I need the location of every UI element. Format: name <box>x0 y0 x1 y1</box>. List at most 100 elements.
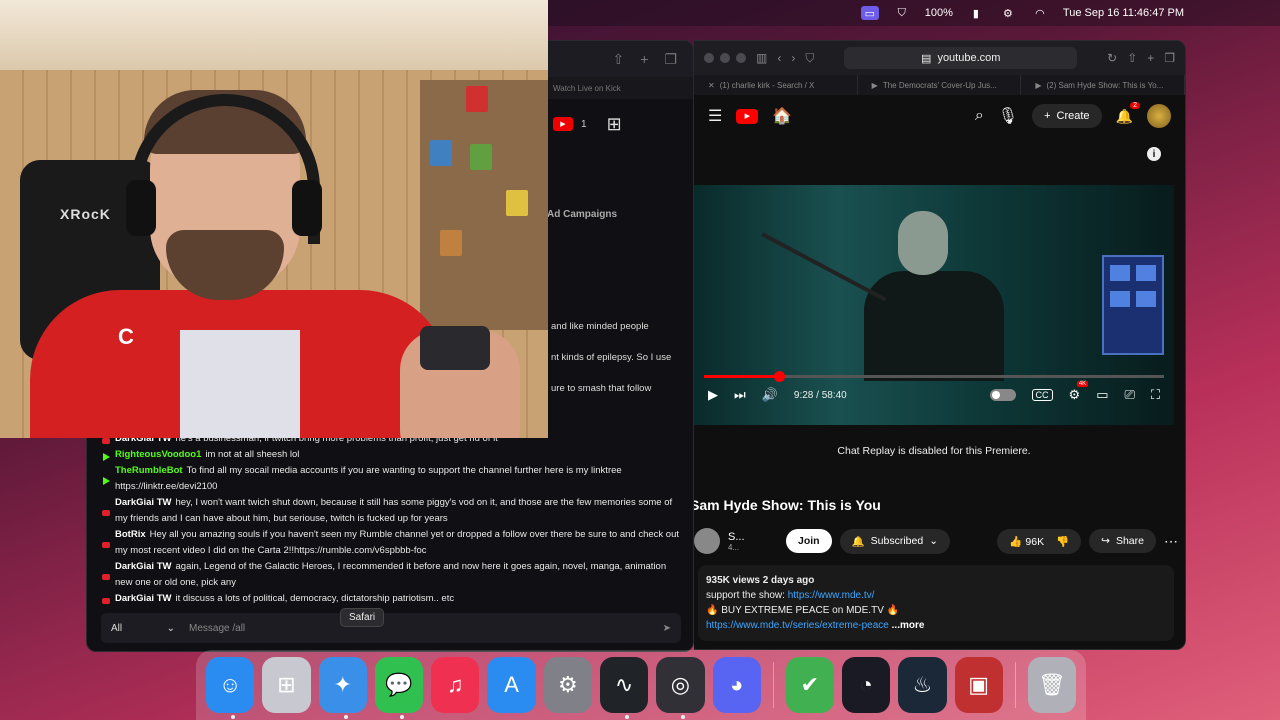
share-icon[interactable]: ⇧ <box>1127 51 1137 65</box>
captions-icon[interactable]: CC <box>1031 389 1053 401</box>
messages-icon[interactable]: 💬 <box>374 657 424 719</box>
battery-icon[interactable]: ▮ <box>967 6 985 20</box>
chat-username[interactable]: TheRumbleBot <box>115 465 183 476</box>
obs-icon[interactable]: ◎ <box>656 657 705 719</box>
share-button[interactable]: ↪ Share <box>1089 529 1156 553</box>
microphone-icon[interactable]: 🎙 <box>998 106 1018 126</box>
info-icon[interactable]: i <box>1147 147 1161 161</box>
more-link[interactable]: ...more <box>892 620 925 631</box>
like-count: 96K <box>1025 535 1045 548</box>
share-icon[interactable]: ⇧ <box>613 51 625 68</box>
video-host-head <box>898 211 948 275</box>
tab-democrats[interactable]: ▶ The Democrats' Cover-Up Jus... <box>858 75 1022 95</box>
volume-icon[interactable]: 🔊 <box>762 387 778 403</box>
notifications-button[interactable]: 🔔 2 <box>1116 101 1140 125</box>
subscribed-button[interactable]: 🔔 Subscribed ⌄ <box>839 528 951 554</box>
chat-username[interactable]: DarkGiai TW <box>115 593 172 604</box>
forward-icon[interactable]: › <box>791 51 795 65</box>
doodle-icon[interactable]: 🏠 <box>772 106 792 126</box>
safari-icon[interactable]: ✦ <box>318 657 367 719</box>
system-settings-icon[interactable]: ⚙ <box>543 657 592 713</box>
youtube-logo-icon[interactable]: ▶ <box>736 108 759 124</box>
gear-icon: ⚙ <box>1068 387 1081 402</box>
chat-username[interactable]: DarkGiai TW <box>115 497 172 508</box>
menubar: ▭ ⛉ 100% ▮ ⚙ ◠ Tue Sep 16 11:46:47 PM <box>548 0 1280 26</box>
chat-target-select[interactable]: All ⌄ <box>111 623 175 634</box>
tab-title: (1) charlie kirk - Search / X <box>719 80 815 90</box>
series-link[interactable]: https://www.mde.tv/series/extreme-peace <box>706 620 889 631</box>
music-icon[interactable]: ♫ <box>431 657 480 713</box>
chevron-down-icon: ⌄ <box>929 535 939 547</box>
chevron-down-icon: ⌄ <box>166 622 175 634</box>
sidebar-icon[interactable]: ▥ <box>756 51 767 65</box>
activity-monitor-icon[interactable]: ∿ <box>599 657 649 719</box>
new-tab-icon[interactable]: + <box>1147 51 1154 65</box>
discord-icon[interactable]: ◕ <box>712 657 761 713</box>
thumbs-down-icon[interactable]: 👎 <box>1056 535 1069 548</box>
screen-mirroring-icon[interactable]: ▭ <box>860 6 879 20</box>
video-time: 9:28 / 58:40 <box>793 389 847 401</box>
chat-message-input[interactable]: Message /all <box>175 623 663 634</box>
address-bar[interactable]: ▤ youtube.com <box>844 47 1078 69</box>
finder-icon[interactable]: ☺ <box>206 657 255 719</box>
photo-booth-icon[interactable]: ▣ <box>954 657 1003 713</box>
support-link[interactable]: https://www.mde.tv/ <box>788 590 875 601</box>
tab-overview-icon[interactable]: ❐ <box>664 51 677 68</box>
minimize-button[interactable] <box>720 53 730 63</box>
video-scrubber-handle[interactable] <box>774 371 785 382</box>
next-icon[interactable]: ⏭ <box>734 387 746 403</box>
menubar-clock[interactable]: Tue Sep 16 11:46:47 PM <box>1063 7 1184 19</box>
account-avatar[interactable] <box>1147 104 1171 128</box>
steam-icon[interactable]: ♨ <box>898 657 947 713</box>
shelf-item <box>470 144 492 170</box>
grid-icon[interactable]: ⊞ <box>607 114 622 135</box>
search-icon[interactable]: ⌕ <box>975 107 984 125</box>
create-button[interactable]: + Create <box>1032 104 1102 128</box>
zoom-button[interactable] <box>736 53 746 63</box>
like-button[interactable]: 👍 96K <box>1009 535 1044 548</box>
wifi-icon[interactable]: ◠ <box>1031 6 1049 20</box>
ad-campaigns-link[interactable]: Ad Campaigns <box>547 209 617 220</box>
new-tab-icon[interactable]: + <box>640 51 648 67</box>
headset-earcup-right <box>292 180 322 236</box>
tab-x-search[interactable]: ✕ (1) charlie kirk - Search / X <box>694 75 858 95</box>
video-description[interactable]: 935K views 2 days ago support the show: … <box>698 565 1174 641</box>
speedtest-icon[interactable]: ◔ <box>841 657 891 713</box>
chat-snippet: ure to smash that follow <box>551 383 652 394</box>
adguard-icon[interactable]: ✔ <box>785 657 834 713</box>
privacy-shield-icon[interactable]: ⛉ <box>805 51 814 66</box>
join-button[interactable]: Join <box>786 529 832 553</box>
chat-username[interactable]: RighteousVoodoo1 <box>115 449 201 460</box>
theater-mode-icon[interactable]: ▭ <box>1096 387 1108 403</box>
hamburger-menu-icon[interactable]: ☰ <box>708 106 722 126</box>
settings-button[interactable]: ⚙ 4K <box>1068 381 1089 403</box>
chat-username[interactable]: DarkGiai TW <box>115 561 172 572</box>
video-progress-bar[interactable] <box>704 371 1164 382</box>
views-and-date: 935K views 2 days ago <box>706 575 815 586</box>
close-button[interactable] <box>704 53 714 63</box>
chat-message-text: im not at all sheesh lol <box>205 449 300 460</box>
youtube-viewer-badge[interactable]: ▶ 1 <box>553 117 587 131</box>
play-icon[interactable]: ▶ <box>708 387 718 403</box>
reload-icon[interactable]: ↻ <box>1107 51 1117 65</box>
youtube-header: ☰ ▶ 🏠 ⌕ 🎙 + Create 🔔 2 <box>694 95 1185 137</box>
channel-info[interactable]: S... 4... <box>728 531 778 552</box>
autoplay-toggle[interactable] <box>989 389 1016 401</box>
shelf-item <box>506 190 528 216</box>
more-actions-icon[interactable]: ⋯ <box>1164 533 1178 550</box>
send-icon[interactable]: ➤ <box>663 623 671 634</box>
tab-overview-icon[interactable]: ❐ <box>1164 51 1175 65</box>
cast-icon[interactable]: ⎚ <box>1124 387 1134 403</box>
tab-sam-hyde[interactable]: ▶ (2) Sam Hyde Show: This is Yo... <box>1021 75 1185 95</box>
chat-username[interactable]: BotRix <box>115 529 146 540</box>
jersey-center-panel <box>180 330 300 438</box>
app-store-icon[interactable]: A <box>487 657 536 713</box>
control-center-icon[interactable]: ⚙ <box>999 6 1017 20</box>
fullscreen-icon[interactable]: ⛶ <box>1151 387 1160 403</box>
launchpad-icon[interactable]: ⊞ <box>262 657 311 713</box>
vpn-shield-icon[interactable]: ⛉ <box>893 6 911 20</box>
channel-avatar[interactable] <box>694 528 720 554</box>
back-icon[interactable]: ‹ <box>777 51 781 65</box>
trash-icon[interactable]: 🗑 <box>1027 657 1076 713</box>
share-label: Share <box>1115 535 1144 547</box>
